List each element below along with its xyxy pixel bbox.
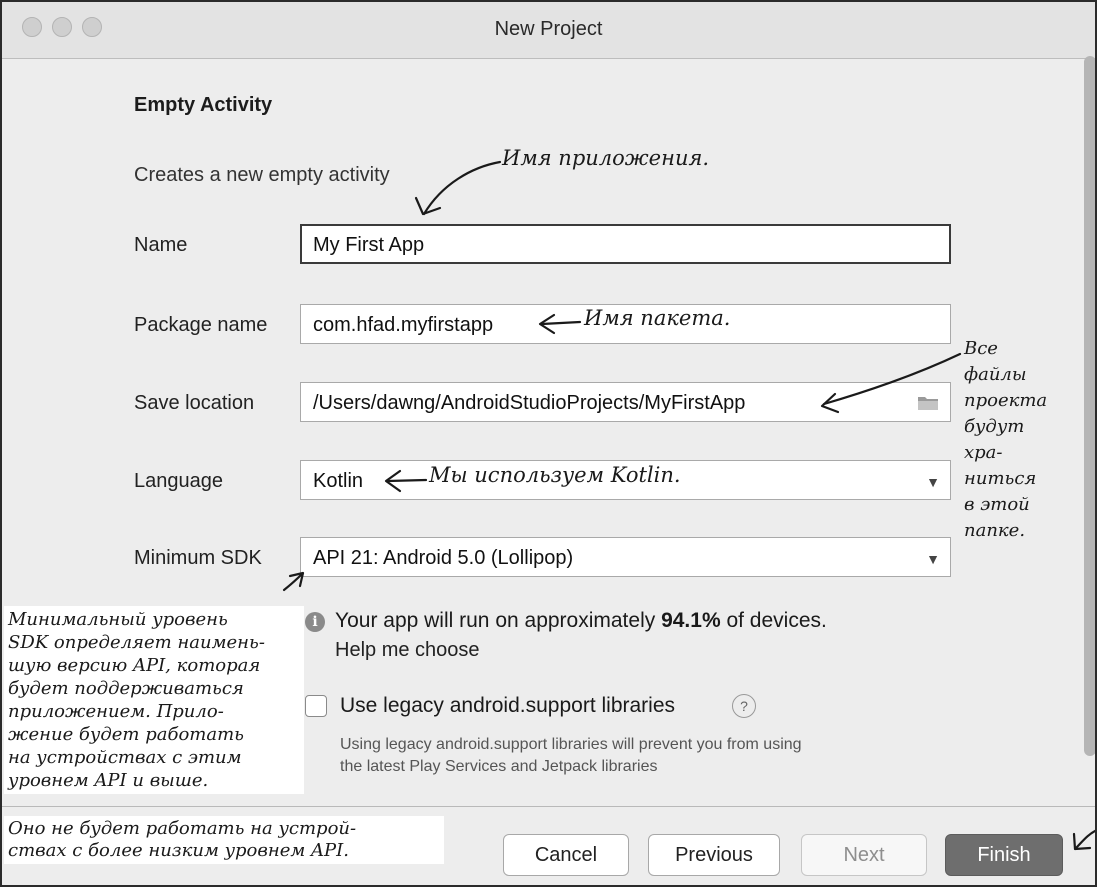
coverage-percent: 94.1% [661,609,721,632]
minimum-sdk-select[interactable]: API 21: Android 5.0 (Lollipop) ▼ [300,537,951,577]
annotation-minimum-sdk: Минимальный уровень SDK определяет наиме… [4,606,304,794]
save-location-input[interactable]: /Users/dawng/AndroidStudioProjects/MyFir… [300,382,951,422]
legacy-note-line: Using legacy android.support libraries w… [340,736,802,753]
annotation-line: будут [964,416,1025,437]
coverage-prefix: Your app will run on approximately [335,609,662,632]
vertical-scrollbar[interactable] [1084,56,1095,756]
device-coverage-text: Your app will run on approximately 94.1%… [335,609,827,633]
annotation-line: ствах с более низким уровнем API. [8,840,349,861]
annotation-line: на устройствах с этим [8,747,242,768]
coverage-suffix: of devices. [720,609,827,632]
title-bar: New Project [2,2,1095,59]
legacy-support-checkbox[interactable] [305,695,327,717]
window-title: New Project [494,18,603,40]
annotation-line: уровнем API и выше. [8,770,209,791]
annotation-line: жение будет работать [8,724,244,745]
annotation-language: Мы используем Kotlin. [429,463,681,487]
annotation-app-name: Имя приложения. [502,146,710,170]
next-button[interactable]: Next [801,834,927,876]
legacy-note-line: the latest Play Services and Jetpack lib… [340,758,658,775]
annotation-line: файлы [964,364,1027,385]
language-label: Language [134,470,223,492]
annotation-line: хра- [964,442,1003,463]
name-value: My First App [313,234,425,256]
package-name-value: com.hfad.myfirstapp [313,314,494,336]
arrow-to-name-field-head [414,196,442,216]
template-heading: Empty Activity [134,94,273,116]
finish-button[interactable]: Finish [945,834,1063,876]
minimum-sdk-label: Minimum SDK [134,547,262,569]
annotation-line: ниться [964,468,1037,489]
help-me-choose-link[interactable]: Help me choose [335,639,480,662]
annotation-line: шую версию API, которая [8,655,261,676]
template-description: Creates a new empty activity [134,164,390,186]
cancel-button[interactable]: Cancel [503,834,629,876]
footer-divider [2,806,1095,807]
arrow-to-finish-button-head [1072,832,1092,851]
annotation-save-location: Все файлы проекта будут хра- ниться в эт… [964,336,1074,544]
arrow-to-finish-button [1074,829,1095,850]
folder-icon[interactable] [918,395,938,410]
name-label: Name [134,234,188,256]
info-icon: i [305,612,325,632]
chevron-down-icon: ▼ [926,551,940,567]
arrow-to-name-field [422,160,502,216]
save-location-label: Save location [134,392,255,414]
package-name-label: Package name [134,314,268,336]
name-input[interactable]: My First App [300,224,951,264]
annotation-line: Оно не будет работать на устрой- [8,818,357,839]
previous-button[interactable]: Previous [648,834,780,876]
annotation-line: Все [964,338,998,359]
annotation-line: Минимальный уровень [8,609,228,630]
legacy-support-label[interactable]: Use legacy android.support libraries [340,694,675,718]
annotation-line: будет поддерживаться [8,678,244,699]
annotation-line: в этой [964,494,1030,515]
language-value: Kotlin [313,470,364,492]
minimum-sdk-value: API 21: Android 5.0 (Lollipop) [313,547,574,569]
chevron-down-icon: ▼ [926,474,940,490]
legacy-support-note: Using legacy android.support libraries w… [340,734,802,778]
annotation-line: проекта [964,390,1048,411]
annotation-line: папке. [964,520,1026,541]
annotation-line: приложением. Прило- [8,701,224,722]
annotation-lower-api: Оно не будет работать на устрой- ствах с… [4,816,444,864]
annotation-line: SDK определяет наимень- [8,632,265,653]
save-location-value: /Users/dawng/AndroidStudioProjects/MyFir… [313,392,746,414]
new-project-window: New Project Empty Activity Creates a new… [0,0,1097,887]
question-icon[interactable]: ? [732,694,756,718]
annotation-package-name: Имя пакета. [584,306,731,330]
